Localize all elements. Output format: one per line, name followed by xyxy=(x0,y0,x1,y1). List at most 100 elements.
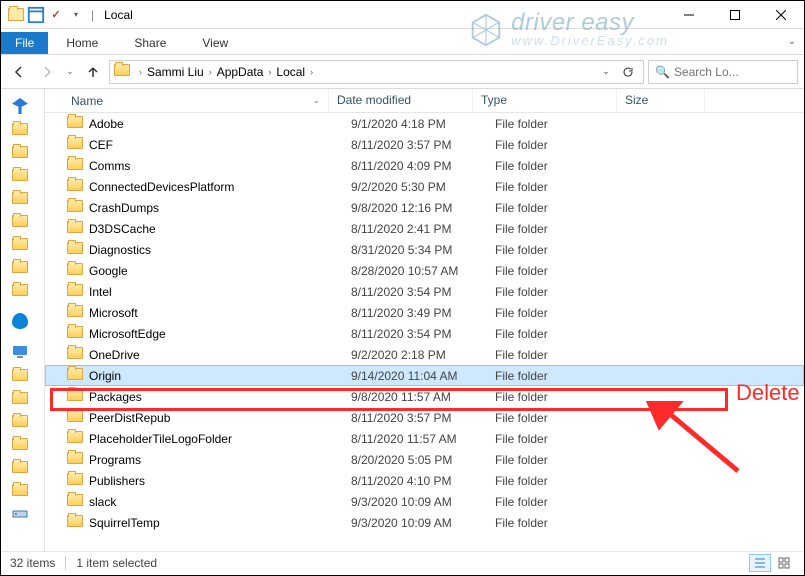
tab-home[interactable]: Home xyxy=(48,32,116,54)
tab-share[interactable]: Share xyxy=(116,32,184,54)
crumb-chevron-icon[interactable]: › xyxy=(268,67,271,77)
sidebar-item[interactable] xyxy=(10,187,42,209)
app-icon[interactable] xyxy=(7,6,25,24)
table-row[interactable]: Diagnostics8/31/2020 5:34 PMFile folder xyxy=(45,239,804,260)
cell-type: File folder xyxy=(495,306,639,320)
tab-view[interactable]: View xyxy=(184,32,246,54)
table-row[interactable]: SquirrelTemp9/3/2020 10:09 AMFile folder xyxy=(45,512,804,533)
sidebar-quick-access[interactable] xyxy=(10,95,42,117)
qat-dropdown-icon[interactable]: ▾ xyxy=(67,6,85,24)
table-row[interactable]: Publishers8/11/2020 4:10 PMFile folder xyxy=(45,470,804,491)
table-row[interactable]: Microsoft8/11/2020 3:49 PMFile folder xyxy=(45,302,804,323)
sidebar-this-pc[interactable] xyxy=(10,341,42,363)
folder-icon xyxy=(12,284,28,296)
cell-name: Diagnostics xyxy=(89,243,351,257)
sidebar-item[interactable] xyxy=(10,279,42,301)
table-row[interactable]: PlaceholderTileLogoFolder8/11/2020 11:57… xyxy=(45,428,804,449)
table-row[interactable]: CrashDumps9/8/2020 12:16 PMFile folder xyxy=(45,197,804,218)
cell-type: File folder xyxy=(495,138,639,152)
crumb-root-chevron[interactable]: › xyxy=(139,67,142,77)
folder-icon xyxy=(12,123,28,135)
qat-properties-icon[interactable] xyxy=(27,6,45,24)
folder-icon xyxy=(67,368,83,383)
column-name[interactable]: Name⌄ xyxy=(45,89,329,112)
cell-type: File folder xyxy=(495,264,639,278)
sidebar-item[interactable] xyxy=(10,410,42,432)
refresh-button[interactable] xyxy=(617,66,639,78)
sidebar-item[interactable] xyxy=(10,364,42,386)
cell-date: 8/11/2020 4:10 PM xyxy=(351,474,495,488)
sidebar-item[interactable] xyxy=(10,479,42,501)
cell-date: 9/3/2020 10:09 AM xyxy=(351,495,495,509)
sidebar-item[interactable] xyxy=(10,456,42,478)
sidebar-item[interactable] xyxy=(10,387,42,409)
table-row[interactable]: MicrosoftEdge8/11/2020 3:54 PMFile folde… xyxy=(45,323,804,344)
crumb-local[interactable]: Local xyxy=(276,65,305,79)
cell-name: Google xyxy=(89,264,351,278)
cell-name: PeerDistRepub xyxy=(89,411,351,425)
table-row[interactable]: OneDrive9/2/2020 2:18 PMFile folder xyxy=(45,344,804,365)
cell-name: Microsoft xyxy=(89,306,351,320)
folder-icon xyxy=(12,484,28,496)
ribbon-expand-icon[interactable]: ⌄ xyxy=(788,36,796,47)
forward-button[interactable] xyxy=(35,60,59,84)
table-row[interactable]: D3DSCache8/11/2020 2:41 PMFile folder xyxy=(45,218,804,239)
minimize-button[interactable] xyxy=(666,1,712,29)
sort-indicator-icon: ⌄ xyxy=(312,95,320,106)
folder-icon xyxy=(12,438,28,450)
cell-name: D3DSCache xyxy=(89,222,351,236)
table-row[interactable]: Adobe9/1/2020 4:18 PMFile folder xyxy=(45,113,804,134)
sidebar-item[interactable] xyxy=(10,233,42,255)
column-size[interactable]: Size xyxy=(617,89,705,112)
sidebar-item[interactable] xyxy=(10,118,42,140)
cell-date: 8/11/2020 3:57 PM xyxy=(351,411,495,425)
back-button[interactable] xyxy=(7,60,31,84)
table-row[interactable]: ConnectedDevicesPlatform9/2/2020 5:30 PM… xyxy=(45,176,804,197)
recent-locations-button[interactable]: ⌄ xyxy=(63,60,77,84)
close-button[interactable] xyxy=(758,1,804,29)
table-row[interactable]: slack9/3/2020 10:09 AMFile folder xyxy=(45,491,804,512)
column-date[interactable]: Date modified xyxy=(329,89,473,112)
sidebar-item[interactable] xyxy=(10,141,42,163)
cell-name: Intel xyxy=(89,285,351,299)
cell-date: 8/31/2020 5:34 PM xyxy=(351,243,495,257)
table-row[interactable]: Intel8/11/2020 3:54 PMFile folder xyxy=(45,281,804,302)
pc-icon xyxy=(12,344,28,360)
sidebar-item[interactable] xyxy=(10,256,42,278)
address-bar[interactable]: › Sammi Liu › AppData › Local › ⌄ xyxy=(109,60,644,84)
sidebar-item[interactable] xyxy=(10,433,42,455)
nav-pane[interactable] xyxy=(1,89,45,551)
table-row[interactable]: Programs8/20/2020 5:05 PMFile folder xyxy=(45,449,804,470)
file-list[interactable]: Name⌄ Date modified Type Size Adobe9/1/2… xyxy=(45,89,804,551)
table-row[interactable]: PeerDistRepub8/11/2020 3:57 PMFile folde… xyxy=(45,407,804,428)
search-box[interactable]: 🔍 xyxy=(648,60,798,84)
maximize-button[interactable] xyxy=(712,1,758,29)
up-button[interactable] xyxy=(81,60,105,84)
folder-icon xyxy=(12,192,28,204)
sidebar-item[interactable] xyxy=(10,210,42,232)
tab-file[interactable]: File xyxy=(1,32,48,54)
address-dropdown-icon[interactable]: ⌄ xyxy=(595,66,617,77)
table-row[interactable]: Google8/28/2020 10:57 AMFile folder xyxy=(45,260,804,281)
sidebar-onedrive[interactable] xyxy=(10,310,42,332)
qat-checkbox-icon[interactable]: ✓ xyxy=(47,6,65,24)
crumb-chevron-icon[interactable]: › xyxy=(310,67,313,77)
cell-date: 9/1/2020 4:18 PM xyxy=(351,117,495,131)
cell-name: CEF xyxy=(89,138,351,152)
column-type[interactable]: Type xyxy=(473,89,617,112)
crumb-chevron-icon[interactable]: › xyxy=(209,67,212,77)
view-details-button[interactable] xyxy=(749,554,771,572)
table-row[interactable]: CEF8/11/2020 3:57 PMFile folder xyxy=(45,134,804,155)
table-row[interactable]: Comms8/11/2020 4:09 PMFile folder xyxy=(45,155,804,176)
cell-name: PlaceholderTileLogoFolder xyxy=(89,432,351,446)
table-row[interactable]: Origin9/14/2020 11:04 AMFile folder xyxy=(45,365,804,386)
view-thumbnails-button[interactable] xyxy=(773,554,795,572)
crumb-appdata[interactable]: AppData xyxy=(217,65,264,79)
folder-icon xyxy=(67,389,83,404)
sidebar-item[interactable] xyxy=(10,164,42,186)
sidebar-item[interactable] xyxy=(10,502,42,524)
cell-date: 8/11/2020 3:54 PM xyxy=(351,327,495,341)
crumb-user[interactable]: Sammi Liu xyxy=(147,65,204,79)
search-input[interactable] xyxy=(674,65,791,79)
table-row[interactable]: Packages9/8/2020 11:57 AMFile folder xyxy=(45,386,804,407)
